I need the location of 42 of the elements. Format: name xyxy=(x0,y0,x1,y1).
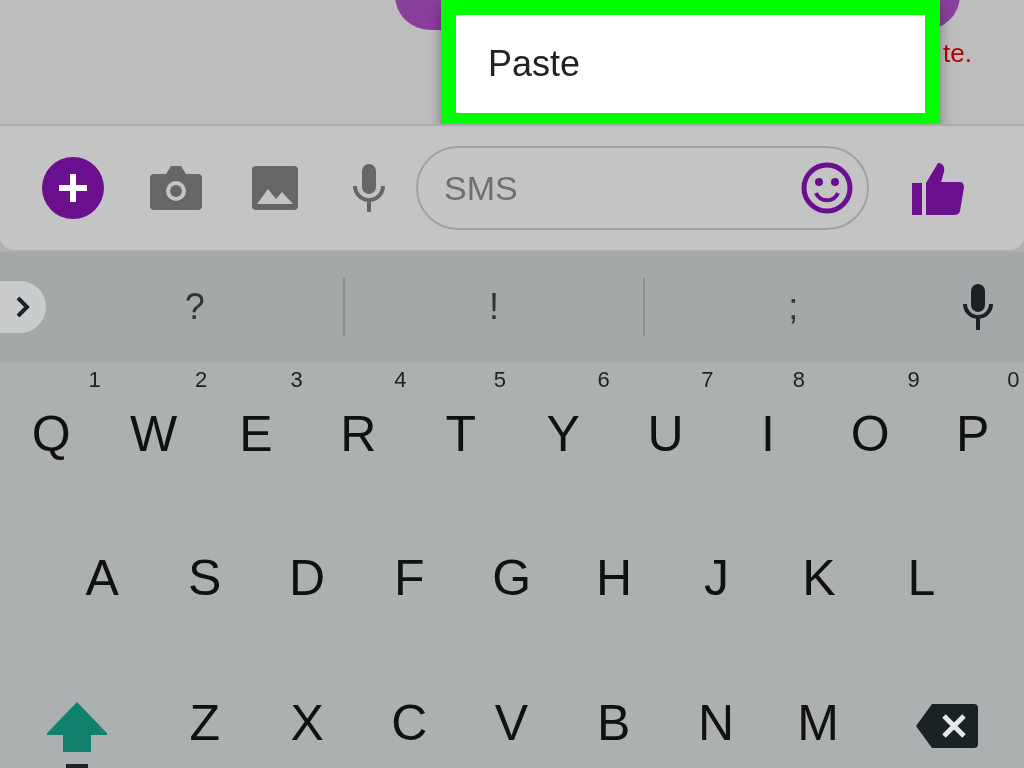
thumbs-up-icon[interactable] xyxy=(912,161,964,215)
expand-toolbar-button[interactable] xyxy=(0,281,46,333)
suggestion-item[interactable]: ? xyxy=(46,286,344,328)
keyboard-key[interactable]: G xyxy=(460,506,563,650)
keyboard-key[interactable]: L xyxy=(870,506,973,650)
message-input-field[interactable]: SMS xyxy=(416,146,869,230)
keyboard-key[interactable]: I 8 xyxy=(716,362,820,506)
keyboard-key[interactable]: S xyxy=(153,506,256,650)
keyboard-key[interactable]: F xyxy=(358,506,461,650)
keyboard-key[interactable]: T 5 xyxy=(409,362,512,506)
keyboard-key[interactable]: K xyxy=(767,506,871,650)
keyboard-key[interactable]: R 4 xyxy=(307,362,410,506)
backspace-icon xyxy=(915,704,978,748)
smiley-icon[interactable] xyxy=(801,162,853,214)
microphone-icon[interactable] xyxy=(352,164,386,212)
keyboard-key[interactable]: Q 1 xyxy=(0,362,103,506)
add-icon[interactable] xyxy=(42,157,104,219)
suggestion-item[interactable]: ! xyxy=(345,286,643,328)
keyboard-key[interactable]: V xyxy=(460,650,563,768)
keyboard-key[interactable]: Y 6 xyxy=(511,362,615,506)
keyboard-key[interactable]: B xyxy=(562,650,665,768)
keyboard-key[interactable]: P 0 xyxy=(921,362,1024,506)
paste-menu-item[interactable]: Paste xyxy=(488,43,581,85)
keyboard-key[interactable]: J xyxy=(665,506,768,650)
message-status-text: te. xyxy=(943,38,972,69)
chevron-icon xyxy=(15,295,31,319)
keyboard-key[interactable]: A xyxy=(51,506,154,650)
image-icon[interactable] xyxy=(252,166,298,210)
keyboard-key[interactable]: U 7 xyxy=(614,362,717,506)
keyboard-key[interactable]: Z xyxy=(153,650,256,768)
keyboard-key[interactable]: N xyxy=(664,650,768,768)
keyboard-key[interactable]: X xyxy=(255,650,359,768)
keyboard-key[interactable]: D xyxy=(255,506,359,650)
microphone-icon[interactable] xyxy=(962,284,994,330)
shift-arrow-icon xyxy=(46,702,107,768)
camera-icon[interactable] xyxy=(150,166,202,210)
keyboard-key[interactable]: W 2 xyxy=(102,362,205,506)
keyboard-key[interactable]: M xyxy=(767,650,870,768)
keyboard-key[interactable]: H xyxy=(562,506,666,650)
keyboard-key[interactable]: O 9 xyxy=(819,362,922,506)
keyboard-key[interactable]: C xyxy=(358,650,461,768)
suggestion-item[interactable]: ; xyxy=(644,286,942,328)
